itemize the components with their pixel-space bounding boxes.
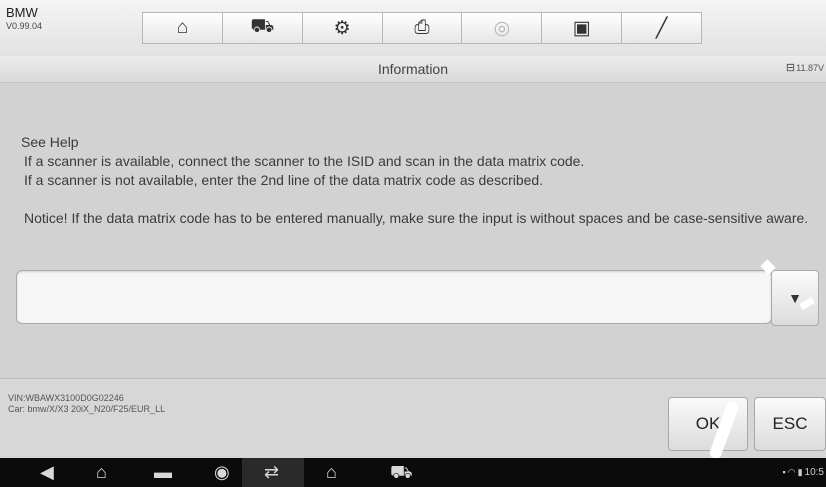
help-icon: ◎ [493, 17, 511, 39]
battery-icon: ▮ [797, 467, 803, 477]
app-version: V0.99.04 [6, 21, 43, 31]
car-icon: ⛟ [250, 16, 275, 37]
message-text: See Help If a scanner is available, conn… [21, 133, 811, 228]
vin-text: VIN:WBAWX3100D0G02246 [8, 393, 124, 403]
status-area: ▪ ◠ ▮ 10:5 [783, 464, 824, 481]
message-line-1: If a scanner is available, connect the s… [24, 153, 585, 169]
esc-button[interactable]: ESC [754, 397, 826, 451]
footer: VIN:WBAWX3100D0G02246 Car: bmw/X/X3 20iX… [0, 378, 826, 459]
clock: 10:5 [804, 467, 824, 478]
battery-indicator: ⊟11.87V [786, 60, 824, 76]
maxisys-home-icon[interactable]: ⌂ [326, 461, 337, 483]
vehicle-button[interactable]: ⛟ [221, 12, 302, 44]
wifi-icon: ◠ [787, 467, 796, 477]
battery-icon: ⊟ [785, 62, 796, 74]
app-name: BMW [6, 5, 38, 20]
content-area: See Help If a scanner is available, conn… [0, 83, 826, 378]
save-icon: ▣ [572, 17, 591, 39]
vci-icon[interactable]: ⇄ [264, 461, 279, 483]
settings-button[interactable]: ⚙ [301, 12, 382, 44]
page-title: Information [377, 61, 449, 77]
save-button[interactable]: ▣ [541, 12, 622, 44]
system-navbar: ◀ ⌂ ▬ ◉ ⇄ ⌂ ⛟ ▪ ◠ ▮ 10:5 [0, 458, 826, 487]
message-line-2: If a scanner is not available, enter the… [24, 172, 544, 188]
browser-icon[interactable]: ◉ [214, 461, 230, 483]
pen-icon: ╱ [655, 17, 668, 39]
settings-icon: ⚙ [333, 17, 351, 39]
recent-apps-icon[interactable]: ▬ [154, 461, 172, 483]
top-bar: BMW V0.99.04 ⌂ ⛟ ⚙ ⎙ ◎ ▣ ╱ [0, 0, 826, 57]
print-button[interactable]: ⎙ [381, 12, 462, 44]
data-matrix-input[interactable] [16, 270, 772, 324]
toolbar: ⌂ ⛟ ⚙ ⎙ ◎ ▣ ╱ [142, 12, 703, 44]
pen-button[interactable]: ╱ [621, 12, 703, 44]
app-brand: BMW V0.99.04 [6, 6, 42, 32]
home-icon[interactable]: ⌂ [96, 461, 107, 483]
message-notice: Notice! If the data matrix code has to b… [24, 210, 809, 226]
car-icon[interactable]: ⛟ [390, 461, 413, 483]
message-heading: See Help [21, 134, 79, 150]
back-icon[interactable]: ◀ [40, 461, 54, 483]
vehicle-info: VIN:WBAWX3100D0G02246 Car: bmw/X/X3 20iX… [8, 393, 165, 415]
home-icon: ⌂ [176, 17, 189, 38]
battery-voltage: 11.87V [796, 63, 824, 73]
help-button[interactable]: ◎ [461, 12, 542, 44]
chat-icon: ▪ [782, 467, 786, 477]
car-text: Car: bmw/X/X3 20iX_N20/F25/EUR_LL [8, 404, 166, 414]
home-button[interactable]: ⌂ [142, 12, 222, 44]
title-bar: Information ⊟11.87V [0, 56, 826, 83]
print-icon: ⎙ [414, 17, 430, 38]
